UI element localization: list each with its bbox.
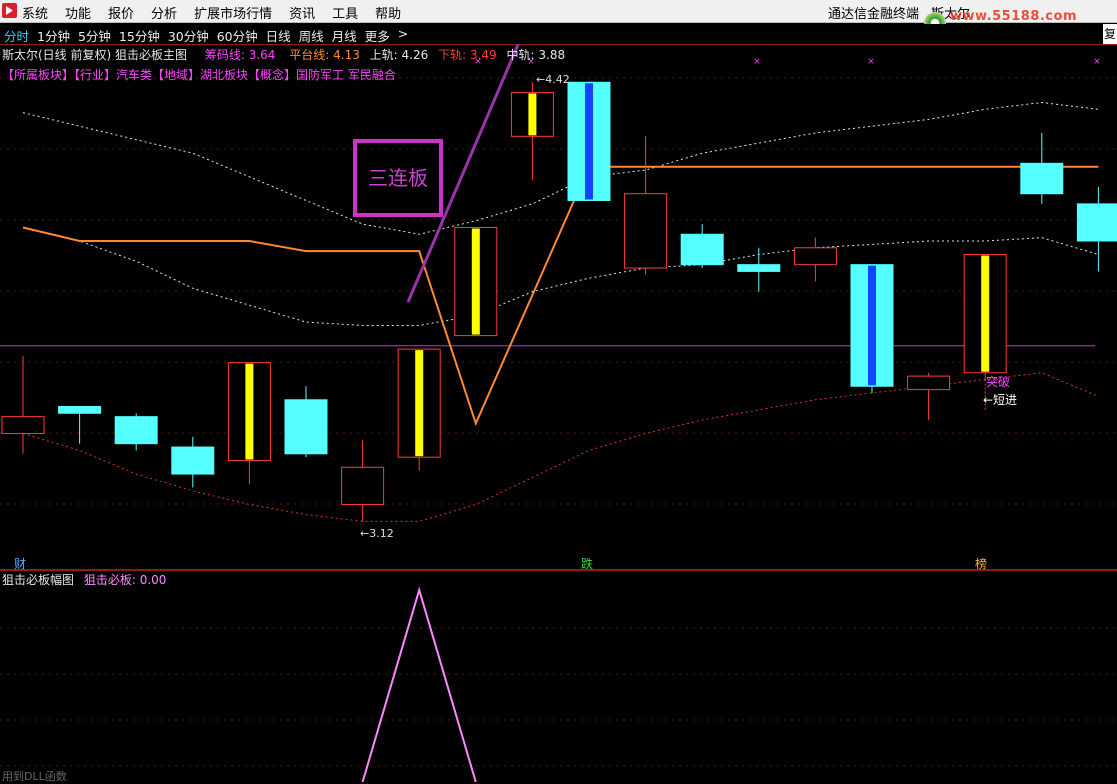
menu-item-3[interactable]: 分析 (151, 3, 177, 22)
candle-body-up (624, 193, 668, 269)
limit-down-bar (868, 265, 876, 386)
period-tab-9[interactable]: 更多 (365, 26, 390, 45)
chouma-value: 3.64 (248, 48, 276, 62)
watermark-text: www.55188.com (950, 9, 1077, 24)
sub-indicator-label: 狙击必板: (83, 573, 136, 587)
low-price-label: ←3.12 (360, 527, 394, 540)
breakout-label: 突破 (986, 375, 1011, 389)
three-limit-up-box: 三连板 (353, 139, 443, 217)
xiagui-label: 下轨: (438, 48, 467, 62)
candle-body-down (114, 416, 158, 445)
period-tab-1[interactable]: 1分钟 (37, 26, 70, 45)
sub-chart[interactable] (0, 570, 1117, 783)
limit-down-bar (585, 83, 593, 200)
menu-items: 系统 功能 报价 分析 扩展市场行情 资讯 工具 帮助 (22, 3, 418, 22)
menu-item-0[interactable]: 系统 (22, 3, 48, 22)
limit-up-bar (245, 363, 254, 460)
candle-body-up (1, 416, 45, 435)
period-tab-4[interactable]: 30分钟 (168, 26, 209, 45)
period-tab-7[interactable]: 周线 (299, 26, 324, 45)
pingtai-value: 4.13 (333, 48, 360, 62)
zhonggui-value: 3.88 (538, 48, 566, 62)
main-chart[interactable]: × × × × × (0, 44, 1117, 570)
short-entry-label: ←短进 (983, 393, 1018, 407)
period-tab-0[interactable]: 分时 (4, 26, 29, 45)
footer-note: 用到DLL函数 (2, 770, 67, 783)
period-tab-5[interactable]: 60分钟 (217, 26, 258, 45)
limit-up-bar (528, 93, 537, 136)
candle-body-down (58, 406, 102, 414)
period-tab-6[interactable]: 日线 (266, 26, 291, 45)
menu-item-6[interactable]: 工具 (332, 3, 358, 22)
high-price-label: ←4.42 (536, 73, 570, 86)
sub-title: 狙击必板幅图 (2, 573, 75, 587)
menu-item-2[interactable]: 报价 (108, 3, 134, 22)
shanggui-label: 上轨: (369, 48, 398, 62)
sector-info: 【所属板块】【行业】汽车类【地域】湖北板块【概念】国防军工 军民融合 (2, 68, 396, 82)
main-info-line: 斯太尔(日线 前复权) 狙击必板主图 筹码线: 3.64 平台线: 4.13 上… (2, 46, 565, 63)
candle-body-up (793, 247, 837, 266)
candle-body-up (907, 375, 951, 391)
candle-body-up (341, 466, 385, 505)
sub-indicator-value: 0.00 (139, 573, 167, 587)
signal-marker: × (753, 57, 761, 67)
candle-body-down (680, 233, 724, 266)
xiagui-value: 3.49 (469, 48, 497, 62)
app-logo-icon (2, 3, 17, 18)
candle-body-down (737, 264, 781, 272)
menu-item-4[interactable]: 扩展市场行情 (194, 3, 272, 22)
menu-item-7[interactable]: 帮助 (375, 3, 401, 22)
limit-up-bar (981, 255, 990, 372)
menu-item-5[interactable]: 资讯 (289, 3, 315, 22)
pingtai-label: 平台线: (289, 48, 330, 62)
menu-item-1[interactable]: 功能 (65, 3, 91, 22)
candle-body-down (1076, 203, 1117, 242)
sub-indicator-line (361, 586, 477, 783)
candle-body-down (171, 446, 215, 475)
limit-up-bar (471, 228, 480, 335)
upper-band-line (22, 102, 1099, 235)
period-tab-2[interactable]: 5分钟 (78, 26, 111, 45)
middle-band-line (22, 227, 1099, 326)
signal-marker: × (867, 57, 875, 67)
shanggui-value: 4.26 (401, 48, 429, 62)
main-title: 斯太尔(日线 前复权) 狙击必板主图 (2, 48, 187, 62)
period-tab-3[interactable]: 15分钟 (119, 26, 160, 45)
period-tab-10[interactable]: > (398, 26, 408, 45)
terminal-name: 通达信金融终端 (828, 7, 920, 22)
candle-body-down (284, 399, 328, 455)
zhonggui-label: 中轨: (506, 48, 535, 62)
signal-marker: × (1093, 57, 1101, 67)
candle-body-down (1020, 162, 1064, 195)
period-items: 分时 1分钟 5分钟 15分钟 30分钟 60分钟 日线 周线 月线 更多 > (4, 26, 416, 45)
period-tab-8[interactable]: 月线 (332, 26, 357, 45)
chouma-label: 筹码线: (204, 48, 245, 62)
sub-info-line: 狙击必板幅图 狙击必板: 0.00 (2, 571, 166, 588)
limit-up-bar (415, 350, 424, 457)
restore-button[interactable]: 复 (1103, 24, 1117, 44)
period-bar: 分时 1分钟 5分钟 15分钟 30分钟 60分钟 日线 周线 月线 更多 > 复 (0, 24, 1117, 44)
